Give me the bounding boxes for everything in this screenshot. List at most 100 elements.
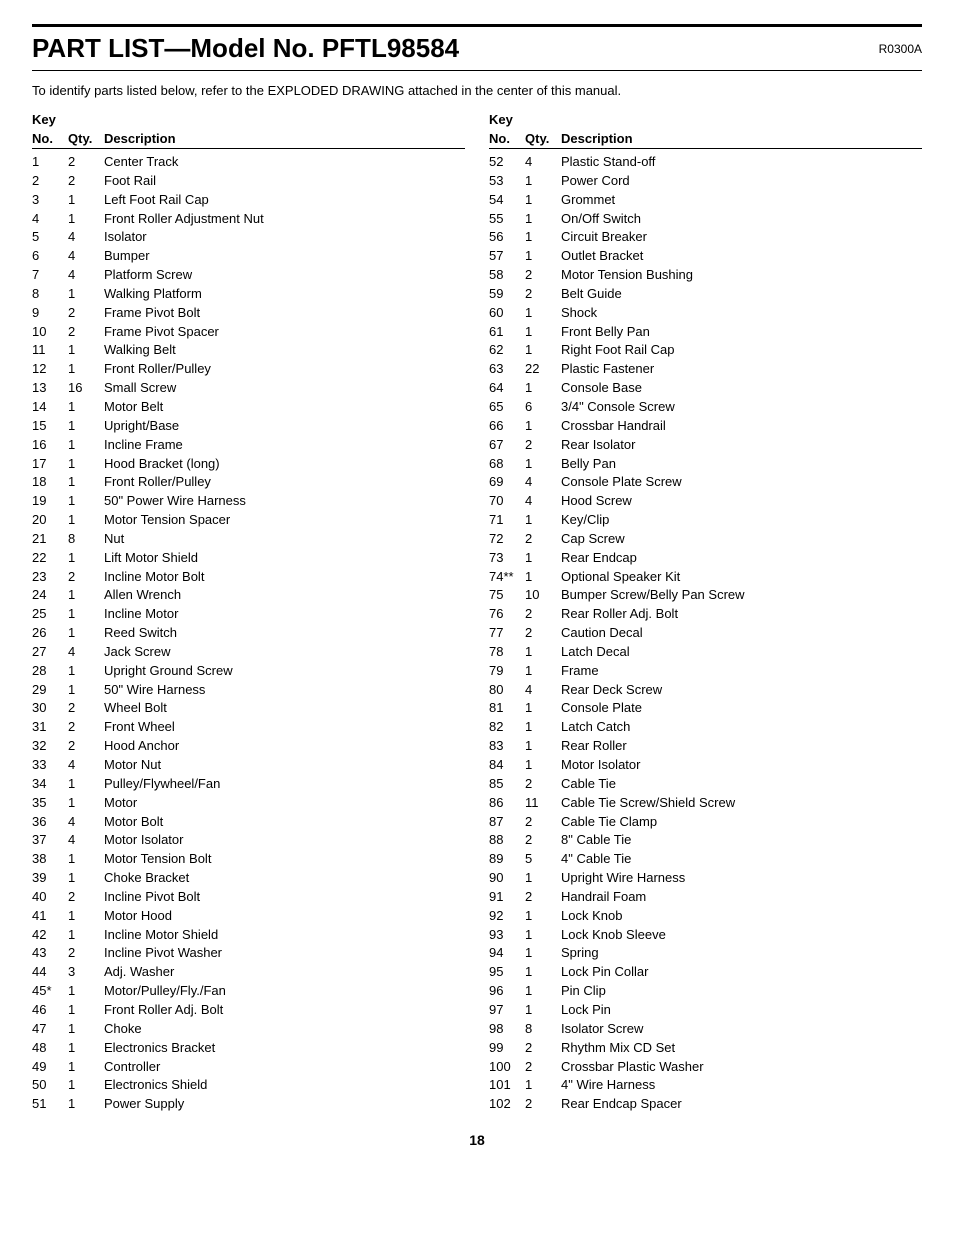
part-desc: 4" Wire Harness	[561, 1076, 922, 1095]
part-no: 3	[32, 191, 68, 210]
table-row: 8 1 Walking Platform	[32, 285, 465, 304]
part-no: 70	[489, 492, 525, 511]
part-qty: 4	[525, 153, 561, 172]
table-row: 40 2 Incline Pivot Bolt	[32, 888, 465, 907]
part-desc: Power Cord	[561, 172, 922, 191]
part-desc: Hood Anchor	[104, 737, 465, 756]
part-desc: Hood Screw	[561, 492, 922, 511]
part-desc: Electronics Shield	[104, 1076, 465, 1095]
part-qty: 1	[525, 737, 561, 756]
part-qty: 2	[525, 775, 561, 794]
part-no: 58	[489, 266, 525, 285]
part-qty: 1	[525, 1076, 561, 1095]
table-row: 61 1 Front Belly Pan	[489, 323, 922, 342]
part-no: 92	[489, 907, 525, 926]
part-desc: Frame	[561, 662, 922, 681]
table-row: 91 2 Handrail Foam	[489, 888, 922, 907]
part-desc: Motor Tension Bolt	[104, 850, 465, 869]
part-qty: 1	[525, 549, 561, 568]
part-desc: 50" Power Wire Harness	[104, 492, 465, 511]
part-no: 29	[32, 681, 68, 700]
part-qty: 2	[525, 285, 561, 304]
part-no: 57	[489, 247, 525, 266]
table-row: 73 1 Rear Endcap	[489, 549, 922, 568]
table-row: 84 1 Motor Isolator	[489, 756, 922, 775]
part-no: 48	[32, 1039, 68, 1058]
part-no: 1	[32, 153, 68, 172]
table-row: 16 1 Incline Frame	[32, 436, 465, 455]
part-qty: 1	[68, 907, 104, 926]
left-key-label: Key	[32, 112, 56, 127]
part-qty: 1	[525, 1001, 561, 1020]
part-qty: 4	[68, 643, 104, 662]
right-desc-header: Description	[561, 131, 922, 146]
part-qty: 2	[68, 323, 104, 342]
table-row: 1 2 Center Track	[32, 153, 465, 172]
part-no: 88	[489, 831, 525, 850]
part-qty: 1	[68, 1020, 104, 1039]
part-no: 98	[489, 1020, 525, 1039]
right-qty-header: Qty.	[525, 131, 561, 146]
part-desc: Key/Clip	[561, 511, 922, 530]
part-qty: 1	[525, 756, 561, 775]
part-qty: 1	[525, 963, 561, 982]
part-desc: Cable Tie Clamp	[561, 813, 922, 832]
part-desc: Rear Endcap	[561, 549, 922, 568]
part-qty: 1	[68, 398, 104, 417]
table-row: 82 1 Latch Catch	[489, 718, 922, 737]
table-row: 98 8 Isolator Screw	[489, 1020, 922, 1039]
table-row: 25 1 Incline Motor	[32, 605, 465, 624]
table-row: 75 10 Bumper Screw/Belly Pan Screw	[489, 586, 922, 605]
part-no: 62	[489, 341, 525, 360]
part-qty: 2	[68, 172, 104, 191]
part-qty: 4	[525, 681, 561, 700]
part-no: 93	[489, 926, 525, 945]
table-row: 28 1 Upright Ground Screw	[32, 662, 465, 681]
table-row: 72 2 Cap Screw	[489, 530, 922, 549]
part-no: 86	[489, 794, 525, 813]
part-desc: Upright/Base	[104, 417, 465, 436]
part-qty: 16	[68, 379, 104, 398]
table-row: 71 1 Key/Clip	[489, 511, 922, 530]
part-no: 80	[489, 681, 525, 700]
table-row: 65 6 3/4" Console Screw	[489, 398, 922, 417]
table-row: 41 1 Motor Hood	[32, 907, 465, 926]
part-desc: Latch Catch	[561, 718, 922, 737]
table-row: 21 8 Nut	[32, 530, 465, 549]
part-desc: Nut	[104, 530, 465, 549]
table-row: 7 4 Platform Screw	[32, 266, 465, 285]
table-row: 56 1 Circuit Breaker	[489, 228, 922, 247]
part-no: 38	[32, 850, 68, 869]
part-qty: 1	[68, 492, 104, 511]
part-no: 33	[32, 756, 68, 775]
part-no: 10	[32, 323, 68, 342]
part-desc: Incline Motor Shield	[104, 926, 465, 945]
part-no: 28	[32, 662, 68, 681]
part-qty: 2	[525, 530, 561, 549]
part-qty: 1	[68, 586, 104, 605]
table-row: 97 1 Lock Pin	[489, 1001, 922, 1020]
table-row: 10 2 Frame Pivot Spacer	[32, 323, 465, 342]
part-qty: 4	[68, 228, 104, 247]
part-no: 47	[32, 1020, 68, 1039]
part-desc: Small Screw	[104, 379, 465, 398]
table-row: 94 1 Spring	[489, 944, 922, 963]
part-desc: Spring	[561, 944, 922, 963]
part-desc: Lift Motor Shield	[104, 549, 465, 568]
part-no: 64	[489, 379, 525, 398]
part-desc: Motor Hood	[104, 907, 465, 926]
part-desc: Outlet Bracket	[561, 247, 922, 266]
part-qty: 4	[68, 247, 104, 266]
part-qty: 1	[68, 210, 104, 229]
table-row: 29 1 50" Wire Harness	[32, 681, 465, 700]
part-no: 24	[32, 586, 68, 605]
table-row: 66 1 Crossbar Handrail	[489, 417, 922, 436]
part-qty: 1	[68, 1039, 104, 1058]
part-desc: Motor	[104, 794, 465, 813]
table-row: 43 2 Incline Pivot Washer	[32, 944, 465, 963]
part-no: 77	[489, 624, 525, 643]
table-row: 57 1 Outlet Bracket	[489, 247, 922, 266]
part-desc: Lock Pin Collar	[561, 963, 922, 982]
part-desc: Frame Pivot Bolt	[104, 304, 465, 323]
part-no: 6	[32, 247, 68, 266]
